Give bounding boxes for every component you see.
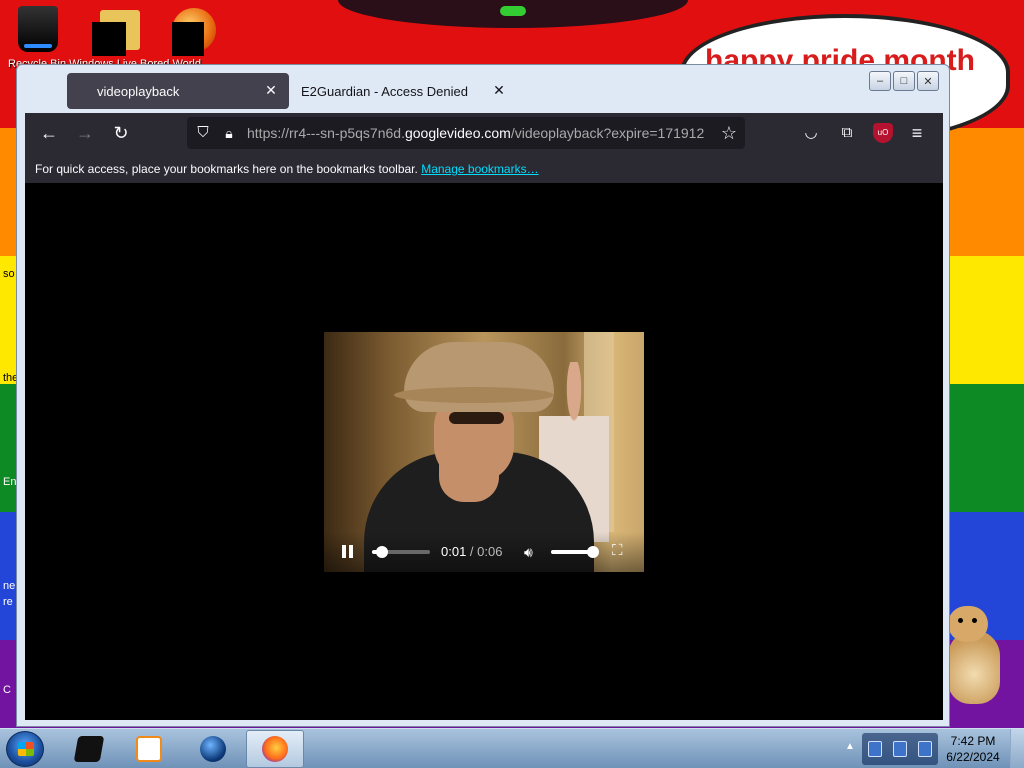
globe-icon <box>200 736 226 762</box>
taskbar-firefox[interactable] <box>246 730 304 768</box>
edge-text: re <box>3 596 13 608</box>
back-icon[interactable]: ← <box>39 123 59 143</box>
hamster-sticker <box>944 606 1004 706</box>
time-separator: / <box>466 544 478 559</box>
hamster-head <box>948 606 988 642</box>
progress-bar[interactable] <box>372 546 430 558</box>
wallpaper-led <box>500 6 526 16</box>
progress-knob[interactable] <box>375 546 388 558</box>
redacted-block <box>172 22 204 56</box>
tab-close-icon[interactable]: ✕ <box>491 82 507 99</box>
url-prefix: https://rr4---sn-p5qs7n6d. <box>247 125 405 141</box>
extensions-icon[interactable]: ⧉ <box>837 123 857 143</box>
video-frame-hand <box>439 432 499 502</box>
hamster-eye <box>958 618 963 623</box>
taskbar-media-app[interactable] <box>60 730 118 768</box>
volume-icon[interactable]: 🔊︎ <box>524 544 542 560</box>
tab-label: videoplayback <box>97 83 180 99</box>
pocket-icon[interactable]: ◡ <box>801 123 821 143</box>
close-button[interactable]: ✕ <box>917 71 939 91</box>
video-controls: 0:01 / 0:06 🔊︎ ⛶ <box>324 532 644 572</box>
url-host: googlevideo.com <box>404 125 511 141</box>
forward-icon[interactable]: → <box>75 123 95 143</box>
taskbar-media-player[interactable] <box>120 730 178 768</box>
minimize-button[interactable]: – <box>869 71 891 91</box>
tray-app-icon[interactable] <box>867 741 882 757</box>
media-player-icon <box>136 736 162 762</box>
start-button[interactable] <box>6 731 44 767</box>
tab-label: E2Guardian - Access Denied <box>301 83 468 99</box>
edge-text: C <box>3 684 11 696</box>
browser-window: videoplayback ✕ E2Guardian - Access Deni… <box>16 64 950 727</box>
timecode: 0:01 / 0:06 <box>441 544 502 559</box>
tab-videoplayback[interactable]: videoplayback ✕ <box>67 73 289 109</box>
tab-close-icon[interactable]: ✕ <box>263 82 279 99</box>
lock-icon[interactable]: 🔒︎ <box>219 123 239 143</box>
bookmarks-hint: For quick access, place your bookmarks h… <box>35 162 418 176</box>
video-frame-hat-brim <box>394 387 554 403</box>
network-icon[interactable] <box>892 741 907 757</box>
manage-bookmarks-link[interactable]: Manage bookmarks… <box>421 162 538 176</box>
bookmark-star-icon[interactable]: ☆ <box>719 123 739 143</box>
firefox-icon <box>262 736 288 762</box>
duration: 0:06 <box>477 544 503 559</box>
ublock-icon[interactable]: uO <box>873 123 893 143</box>
taskbar: ▲ 7:42 PM 6/22/2024 <box>0 728 1024 768</box>
url-suffix: /videoplayback?expire=171912 <box>510 125 705 141</box>
show-desktop-button[interactable] <box>1010 729 1024 768</box>
hamster-eye <box>972 618 977 623</box>
volume-knob[interactable] <box>587 546 600 558</box>
window-controls: – □ ✕ <box>869 71 939 91</box>
page-viewport: 0:01 / 0:06 🔊︎ ⛶ <box>25 183 943 720</box>
bookmarks-toolbar: For quick access, place your bookmarks h… <box>25 153 943 183</box>
nav-toolbar: ← → ↻ ⛉ 🔒︎ https://rr4---sn-p5qs7n6d.goo… <box>25 113 943 153</box>
recycle-bin-icon[interactable] <box>18 6 58 52</box>
tray-app-icon[interactable] <box>918 741 933 757</box>
edge-text: ne <box>3 580 16 592</box>
current-time: 0:01 <box>441 544 467 559</box>
video-frame-glasses <box>449 412 504 424</box>
fullscreen-icon[interactable]: ⛶ <box>612 543 628 559</box>
media-app-icon <box>73 736 105 762</box>
volume-slider[interactable] <box>551 546 600 558</box>
reload-icon[interactable]: ↻ <box>111 123 131 143</box>
video-player[interactable]: 0:01 / 0:06 🔊︎ ⛶ <box>324 332 644 572</box>
maximize-button[interactable]: □ <box>893 71 915 91</box>
system-tray <box>862 733 938 765</box>
redacted-block <box>92 22 126 56</box>
edge-text: so <box>3 268 15 280</box>
pause-icon[interactable] <box>340 544 356 560</box>
tray-expand-icon[interactable]: ▲ <box>845 741 855 752</box>
taskbar-globe-browser[interactable] <box>184 730 242 768</box>
clock-time: 7:42 PM <box>950 734 996 748</box>
tab-access-denied[interactable]: E2Guardian - Access Denied ✕ <box>289 73 517 109</box>
tab-bar: videoplayback ✕ E2Guardian - Access Deni… <box>17 65 949 113</box>
shield-icon[interactable]: ⛉ <box>193 123 213 143</box>
clock[interactable]: 7:42 PM 6/22/2024 <box>940 733 1006 765</box>
url-bar[interactable]: ⛉ 🔒︎ https://rr4---sn-p5qs7n6d.googlevid… <box>187 117 745 149</box>
edge-text: En <box>3 476 17 488</box>
clock-date: 6/22/2024 <box>946 750 1000 764</box>
url-text[interactable]: https://rr4---sn-p5qs7n6d.googlevideo.co… <box>247 125 717 141</box>
menu-icon[interactable]: ≡ <box>907 123 927 143</box>
